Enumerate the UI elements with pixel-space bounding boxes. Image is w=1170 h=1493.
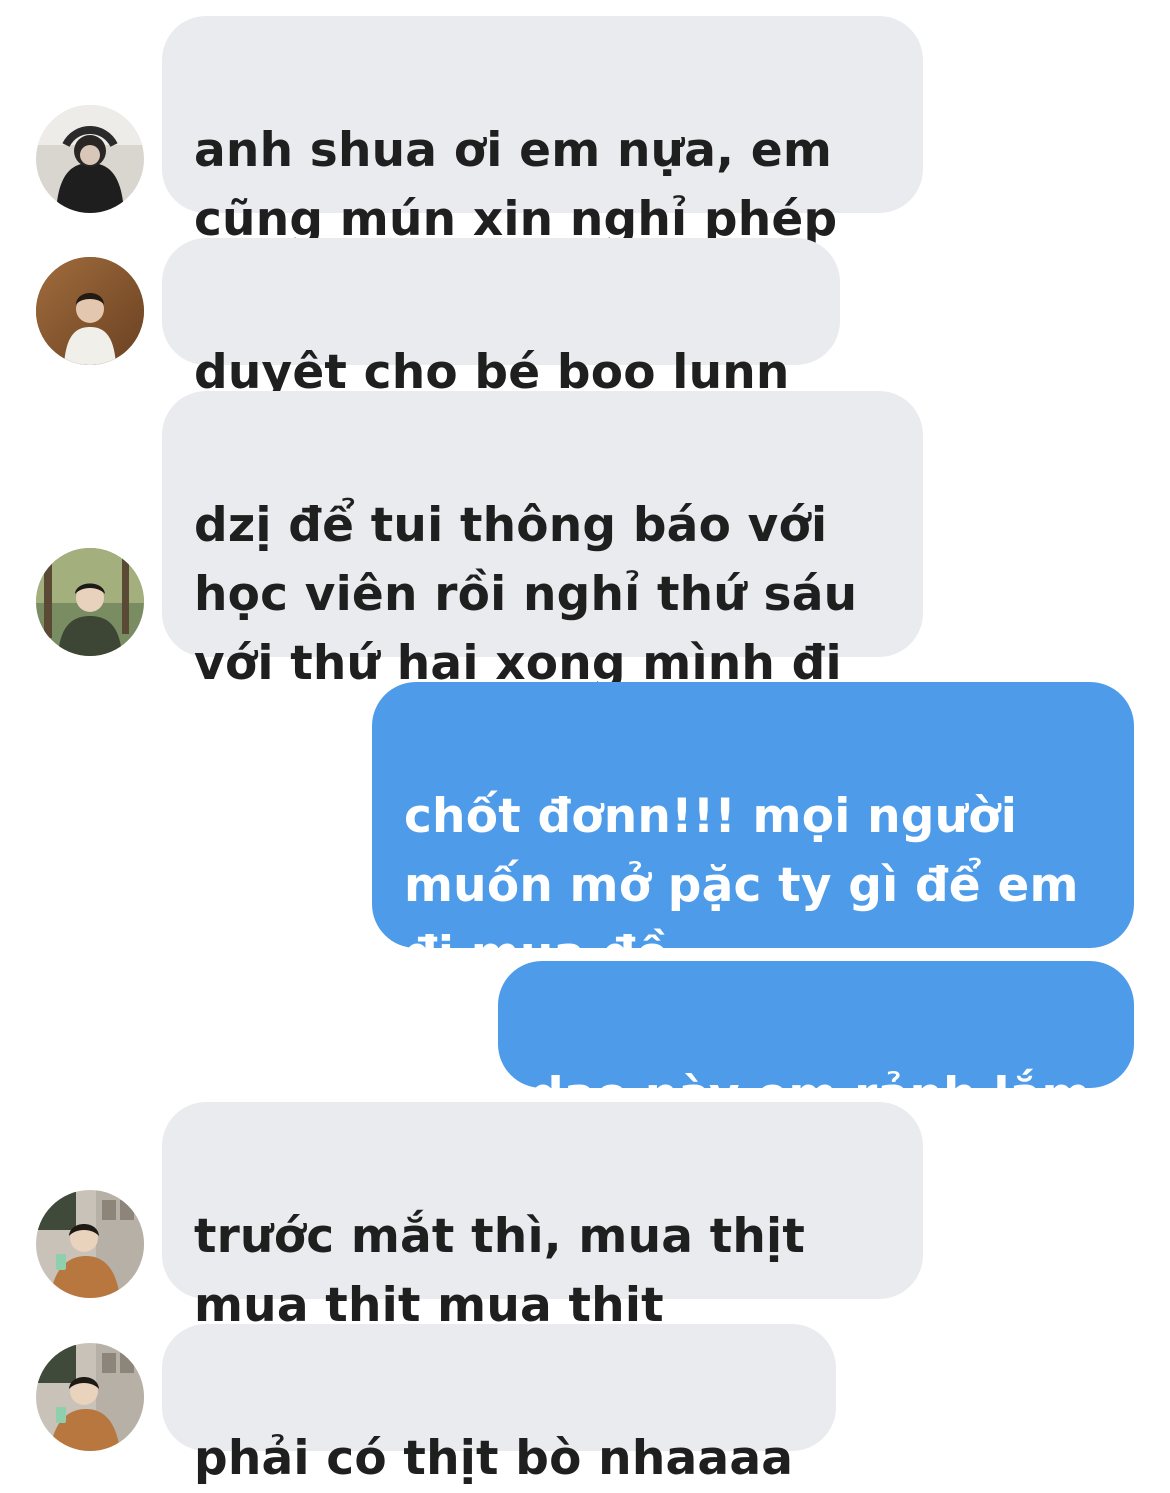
avatar[interactable] [36,1190,144,1298]
message-bubble-outgoing[interactable]: dạo này em rảnh lắm [498,961,1134,1123]
message-text: trước mắt thì, mua thịt mua thịt mua thị… [194,1209,806,1333]
message-text: phải có thịt bò nhaaaa [194,1431,794,1486]
message-text: chốt đơnn!!! mọi người muốn mở pặc ty gì… [404,789,1079,982]
message-bubble-outgoing[interactable]: chốt đơnn!!! mọi người muốn mở pặc ty gì… [372,682,1134,982]
avatar[interactable] [36,257,144,365]
message-bubble-incoming[interactable]: phải có thịt bò nhaaaa [162,1324,836,1486]
avatar[interactable] [36,1343,144,1451]
message-bubble-incoming[interactable]: trước mắt thì, mua thịt mua thịt mua thị… [162,1102,923,1333]
message-bubble-incoming[interactable]: anh shua ơi em nựa, em cũng mún xin nghỉ… [162,16,923,247]
message-text: dzị để tui thông báo với học viên rồi ng… [194,498,858,691]
message-bubble-incoming[interactable]: duyệt cho bé boo lunn [162,238,840,400]
message-bubble-incoming[interactable]: dzị để tui thông báo với học viên rồi ng… [162,391,923,691]
message-text: anh shua ơi em nựa, em cũng mún xin nghỉ… [194,123,838,247]
avatar[interactable] [36,548,144,656]
avatar[interactable] [36,105,144,213]
